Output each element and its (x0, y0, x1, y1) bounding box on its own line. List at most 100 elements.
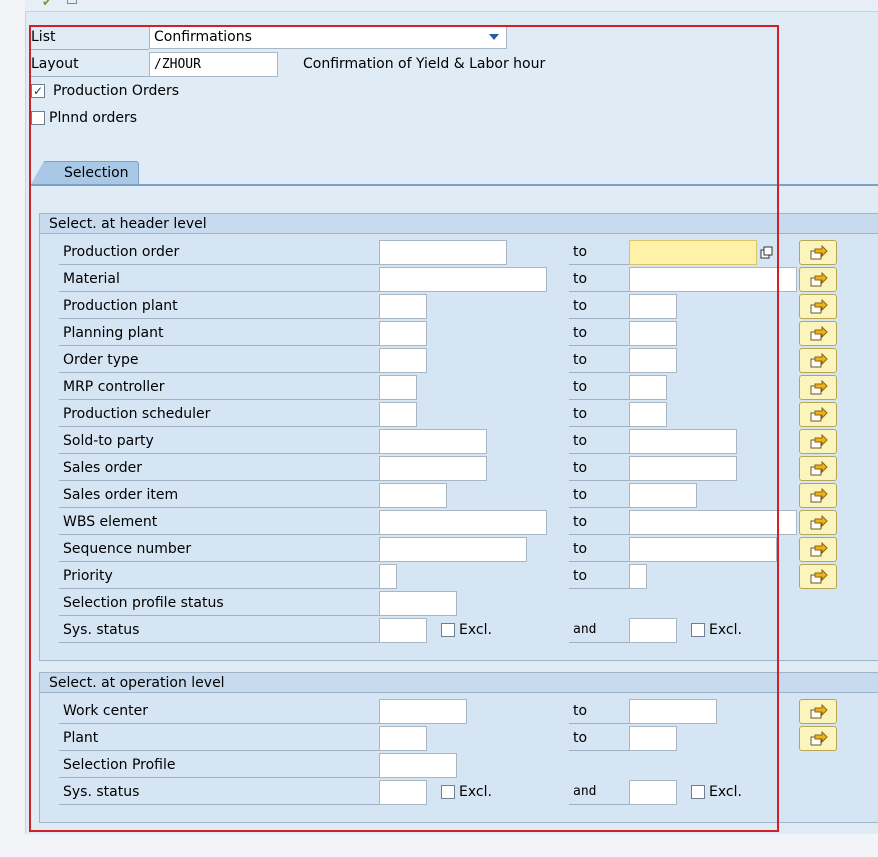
header-production-order-from-input[interactable] (379, 240, 507, 265)
header-wbs-element-from-input[interactable] (379, 510, 547, 535)
planned-orders-checkbox[interactable] (31, 111, 45, 125)
header-order-type-multiple-selection-button[interactable] (799, 348, 837, 373)
production-orders-label: Production Orders (53, 83, 180, 99)
layout-input[interactable]: /ZHOUR (149, 52, 278, 77)
header-wbs-element-to-input[interactable] (629, 510, 797, 535)
header-section-title: Select. at header level (40, 214, 878, 234)
header-wbs-element-to-label: to (569, 510, 629, 535)
layout-description: Confirmation of Yield & Labor hour (303, 56, 546, 72)
header-mrp-controller-to-input[interactable] (629, 375, 667, 400)
op-sys-status-and-label: and (569, 780, 629, 805)
header-planning-plant-multiple-selection-button[interactable] (799, 321, 837, 346)
header-sold-to-party-to-label: to (569, 429, 629, 454)
header-sys-status-from-input[interactable] (379, 618, 427, 643)
op-selection-profile-from-input[interactable] (379, 753, 457, 778)
op-work-center-to-input[interactable] (629, 699, 717, 724)
op-sys-status-excl2-checkbox[interactable] (691, 785, 705, 799)
header-sold-to-party-label: Sold-to party (59, 429, 379, 454)
op-sys-status-label: Sys. status (59, 780, 379, 805)
header-material-label: Material (59, 267, 379, 292)
header-sales-order-label: Sales order (59, 456, 379, 481)
header-planning-plant-from-input[interactable] (379, 321, 427, 346)
header-material-multiple-selection-button[interactable] (799, 267, 837, 292)
header-sold-to-party-multiple-selection-button[interactable] (799, 429, 837, 454)
layout-label: Layout (31, 52, 149, 77)
header-sales-order-item-to-input[interactable] (629, 483, 697, 508)
header-sales-order-from-input[interactable] (379, 456, 487, 481)
header-sequence-number-label: Sequence number (59, 537, 379, 562)
header-production-order-label: Production order (59, 240, 379, 265)
multiple-selection-icon[interactable] (760, 246, 774, 260)
header-sequence-number-from-input[interactable] (379, 537, 527, 562)
op-sys-status-to-input[interactable] (629, 780, 677, 805)
list-label: List (31, 25, 149, 50)
tab-selection[interactable]: Selection (30, 161, 139, 186)
op-plant-to-input[interactable] (629, 726, 677, 751)
tab-selection-label: Selection (64, 165, 129, 181)
header-production-plant-from-input[interactable] (379, 294, 427, 319)
header-production-order-multiple-selection-button[interactable] (799, 240, 837, 265)
operation-section-title: Select. at operation level (40, 673, 878, 693)
header-priority-to-input[interactable] (629, 564, 647, 589)
op-sys-status-excl-checkbox[interactable] (441, 785, 455, 799)
header-production-plant-to-label: to (569, 294, 629, 319)
header-mrp-controller-multiple-selection-button[interactable] (799, 375, 837, 400)
header-production-order-to-input[interactable] (629, 240, 757, 265)
header-sys-status-excl2-checkbox[interactable] (691, 623, 705, 637)
header-material-to-input[interactable] (629, 267, 797, 292)
header-order-type-to-label: to (569, 348, 629, 373)
op-work-center-to-label: to (569, 699, 629, 724)
header-sys-status-excl-label: Excl. (459, 622, 492, 638)
header-sales-order-item-to-label: to (569, 483, 629, 508)
header-material-to-label: to (569, 267, 629, 292)
header-mrp-controller-to-label: to (569, 375, 629, 400)
header-material-from-input[interactable] (379, 267, 547, 292)
header-order-type-from-input[interactable] (379, 348, 427, 373)
header-production-scheduler-to-input[interactable] (629, 402, 667, 427)
header-sequence-number-to-label: to (569, 537, 629, 562)
op-work-center-multiple-selection-button[interactable] (799, 699, 837, 724)
header-sys-status-excl-checkbox[interactable] (441, 623, 455, 637)
op-work-center-from-input[interactable] (379, 699, 467, 724)
production-orders-checkbox[interactable]: ✓ (31, 84, 45, 98)
chevron-down-icon[interactable] (489, 34, 499, 40)
header-wbs-element-multiple-selection-button[interactable] (799, 510, 837, 535)
header-sold-to-party-to-input[interactable] (629, 429, 737, 454)
header-production-scheduler-to-label: to (569, 402, 629, 427)
header-sales-order-item-label: Sales order item (59, 483, 379, 508)
header-production-scheduler-label: Production scheduler (59, 402, 379, 427)
header-sales-order-item-multiple-selection-button[interactable] (799, 483, 837, 508)
header-sequence-number-to-input[interactable] (629, 537, 777, 562)
header-sys-status-to-input[interactable] (629, 618, 677, 643)
header-priority-from-input[interactable] (379, 564, 397, 589)
document-icon[interactable] (67, 0, 77, 4)
header-sequence-number-multiple-selection-button[interactable] (799, 537, 837, 562)
op-plant-multiple-selection-button[interactable] (799, 726, 837, 751)
op-plant-label: Plant (59, 726, 379, 751)
header-sales-order-to-input[interactable] (629, 456, 737, 481)
header-production-plant-multiple-selection-button[interactable] (799, 294, 837, 319)
op-sys-status-from-input[interactable] (379, 780, 427, 805)
check-icon[interactable]: ✔ (42, 0, 52, 9)
header-priority-multiple-selection-button[interactable] (799, 564, 837, 589)
header-production-scheduler-multiple-selection-button[interactable] (799, 402, 837, 427)
op-plant-from-input[interactable] (379, 726, 427, 751)
header-mrp-controller-from-input[interactable] (379, 375, 417, 400)
list-dropdown[interactable]: Confirmations (149, 25, 507, 49)
header-production-plant-to-input[interactable] (629, 294, 677, 319)
header-sys-status-label: Sys. status (59, 618, 379, 643)
list-value: Confirmations (154, 29, 252, 45)
header-selection-profile-status-from-input[interactable] (379, 591, 457, 616)
header-production-scheduler-from-input[interactable] (379, 402, 417, 427)
op-sys-status-excl-label: Excl. (459, 784, 492, 800)
header-planning-plant-to-input[interactable] (629, 321, 677, 346)
header-order-type-to-input[interactable] (629, 348, 677, 373)
header-sold-to-party-from-input[interactable] (379, 429, 487, 454)
header-order-type-label: Order type (59, 348, 379, 373)
header-sales-order-multiple-selection-button[interactable] (799, 456, 837, 481)
planned-orders-label: Plnnd orders (49, 110, 138, 126)
toolbar: ✔ (25, 0, 878, 12)
header-sales-order-to-label: to (569, 456, 629, 481)
op-selection-profile-label: Selection Profile (59, 753, 379, 778)
header-sales-order-item-from-input[interactable] (379, 483, 447, 508)
